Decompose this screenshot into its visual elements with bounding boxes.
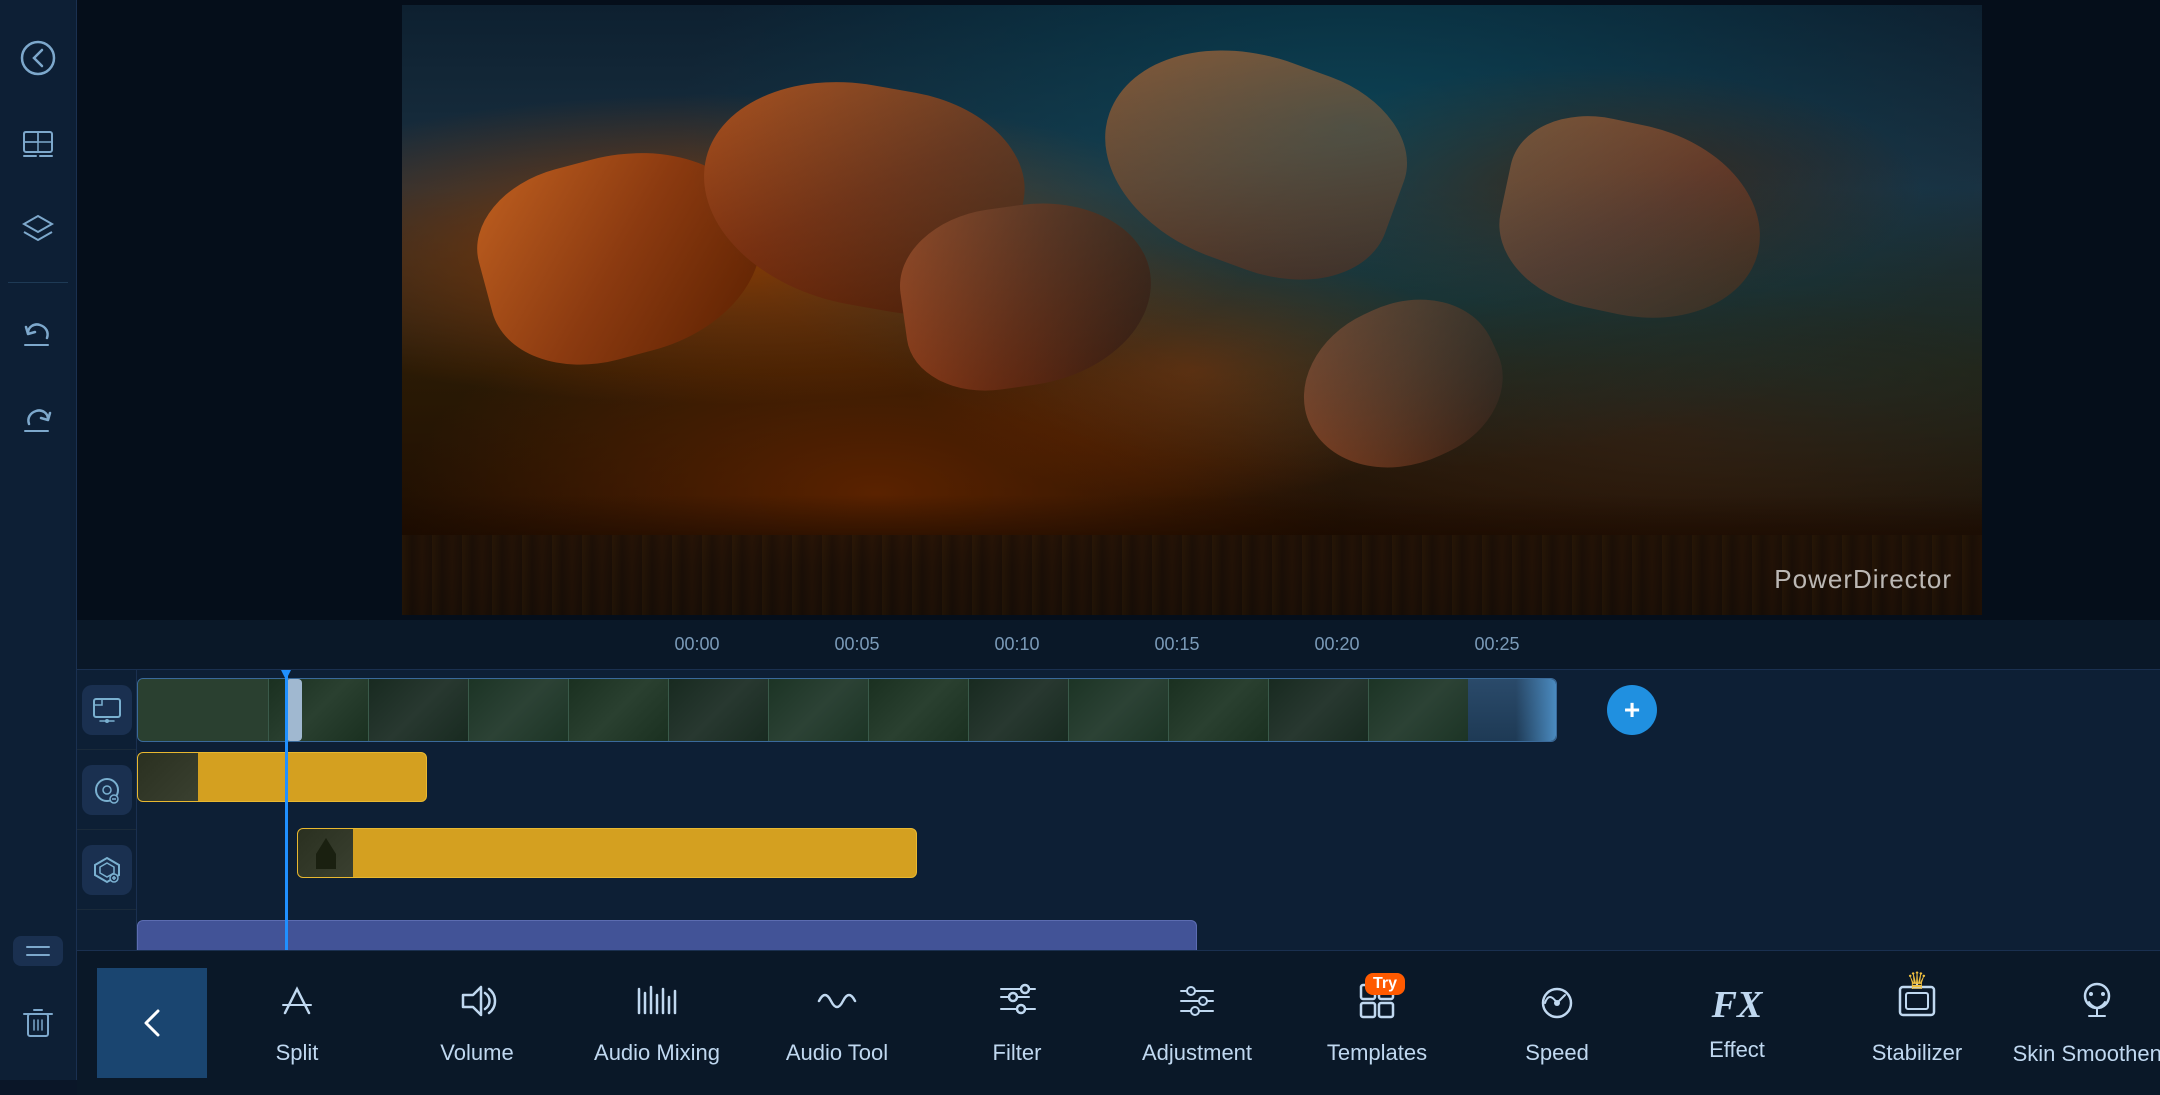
track-icon-btn-1[interactable] — [82, 685, 132, 735]
templates-badge-wrapper: Try — [1357, 981, 1397, 1030]
gravel-texture — [402, 535, 1982, 615]
audio-clip[interactable] — [137, 920, 1197, 950]
audio-tool-label: Audio Tool — [786, 1040, 888, 1066]
playhead[interactable] — [285, 670, 288, 950]
stabilizer-button[interactable]: ♛ Stabilizer — [1827, 958, 2007, 1088]
clip-split-handle[interactable] — [286, 679, 302, 741]
yellow-clip-2[interactable] — [297, 828, 917, 878]
layers-button[interactable] — [0, 192, 76, 268]
filmstrip-frame-5 — [668, 679, 768, 741]
timeline-area: 00:00 00:05 00:10 00:15 00:20 00:25 — [77, 620, 2160, 950]
track-icon-btn-3[interactable] — [82, 845, 132, 895]
skin-smoothener-button[interactable]: Skin Smoothener — [2007, 958, 2160, 1088]
skin-smoothener-label: Skin Smoothener — [2013, 1041, 2160, 1067]
try-badge: Try — [1365, 973, 1405, 995]
speed-icon — [1536, 981, 1578, 1030]
undo-button[interactable] — [0, 297, 76, 373]
tracks-content: + — [137, 670, 2160, 950]
filmstrip-frame-6 — [768, 679, 868, 741]
clip-thumbnail — [138, 679, 268, 741]
adjustment-label: Adjustment — [1142, 1040, 1252, 1066]
time-marker-2: 00:10 — [937, 634, 1097, 655]
main-video-clip[interactable] — [137, 678, 1557, 742]
media-button[interactable] — [0, 106, 76, 182]
effect-icon: FX — [1712, 983, 1763, 1027]
sidebar-bottom — [0, 928, 76, 1060]
track-icons-column — [77, 670, 137, 950]
bottom-toolbar: Split Volume — [77, 950, 2160, 1095]
split-button[interactable]: Split — [207, 958, 387, 1088]
track-icon-cell-1 — [77, 670, 136, 750]
timeline-tracks: + — [77, 670, 2160, 950]
volume-label: Volume — [440, 1040, 513, 1066]
filmstrip-frame-12 — [1368, 679, 1468, 741]
speed-button[interactable]: Speed — [1467, 958, 1647, 1088]
time-markers: 00:00 00:05 00:10 00:15 00:20 00:25 — [617, 634, 1577, 655]
track-icon-btn-2[interactable] — [82, 765, 132, 815]
thumbnail-tree — [188, 686, 218, 736]
yellow-clip-1[interactable] — [137, 752, 427, 802]
time-marker-3: 00:15 — [1097, 634, 1257, 655]
track-icon-cell-3 — [77, 830, 136, 910]
video-frame: PowerDirector — [402, 5, 1982, 615]
split-icon — [277, 981, 317, 1030]
audio-mixing-icon — [635, 981, 679, 1030]
filmstrip-frame-9 — [1068, 679, 1168, 741]
clip-right-handle[interactable] — [1516, 679, 1556, 741]
stabilizer-wrapper: ♛ — [1896, 981, 1938, 1030]
left-sidebar — [0, 0, 77, 1080]
audio-mixing-button[interactable]: Audio Mixing — [567, 958, 747, 1088]
crown-badge: ♛ — [1906, 967, 1928, 996]
filmstrip-frame-4 — [568, 679, 668, 741]
volume-icon — [455, 981, 499, 1030]
track-icon-cell-audio — [77, 910, 136, 950]
templates-label: Templates — [1327, 1040, 1427, 1066]
time-marker-5: 00:25 — [1417, 634, 1577, 655]
toolbar-back-button[interactable] — [97, 968, 207, 1078]
watermark: PowerDirector — [1774, 564, 1952, 595]
effect-button[interactable]: FX Effect — [1647, 958, 1827, 1088]
time-marker-4: 00:20 — [1257, 634, 1417, 655]
stabilizer-label: Stabilizer — [1872, 1040, 1962, 1066]
track-icon-cell-2 — [77, 750, 136, 830]
filmstrip-frame-11 — [1268, 679, 1368, 741]
filmstrip-frame-10 — [1168, 679, 1268, 741]
timeline-ruler: 00:00 00:05 00:10 00:15 00:20 00:25 — [77, 620, 2160, 670]
audio-tool-icon — [815, 981, 859, 1030]
filmstrip-frame-2 — [368, 679, 468, 741]
skin-smoothener-icon — [2077, 980, 2117, 1031]
speed-label: Speed — [1525, 1040, 1589, 1066]
delete-button[interactable] — [0, 984, 76, 1060]
collapse-handle[interactable] — [13, 936, 63, 966]
split-label: Split — [276, 1040, 319, 1066]
back-button[interactable] — [0, 20, 76, 96]
redo-button[interactable] — [0, 383, 76, 459]
video-preview: PowerDirector — [77, 0, 2160, 620]
main-content: PowerDirector 00:00 00:05 00:10 00:15 00… — [77, 0, 2160, 1080]
clip-filmstrip — [268, 679, 1556, 741]
yellow-clip-thumb-1 — [138, 753, 198, 801]
filter-button[interactable]: Filter — [927, 958, 1107, 1088]
filter-icon — [997, 981, 1037, 1030]
time-marker-1: 00:05 — [777, 634, 937, 655]
adjustment-button[interactable]: Adjustment — [1107, 958, 1287, 1088]
sidebar-divider-1 — [8, 282, 68, 283]
filter-label: Filter — [993, 1040, 1042, 1066]
effect-label: Effect — [1709, 1037, 1765, 1063]
time-marker-0: 00:00 — [617, 634, 777, 655]
filmstrip-frame-3 — [468, 679, 568, 741]
filmstrip-frame-1 — [268, 679, 368, 741]
audio-tool-button[interactable]: Audio Tool — [747, 958, 927, 1088]
volume-button[interactable]: Volume — [387, 958, 567, 1088]
filmstrip-frame-8 — [968, 679, 1068, 741]
audio-mixing-label: Audio Mixing — [594, 1040, 720, 1066]
yellow-clip-2-thumb — [298, 829, 353, 877]
templates-button[interactable]: Try Templates — [1287, 958, 1467, 1088]
adjustment-icon — [1177, 981, 1217, 1030]
filmstrip-frame-7 — [868, 679, 968, 741]
add-track-button[interactable]: + — [1607, 685, 1657, 735]
